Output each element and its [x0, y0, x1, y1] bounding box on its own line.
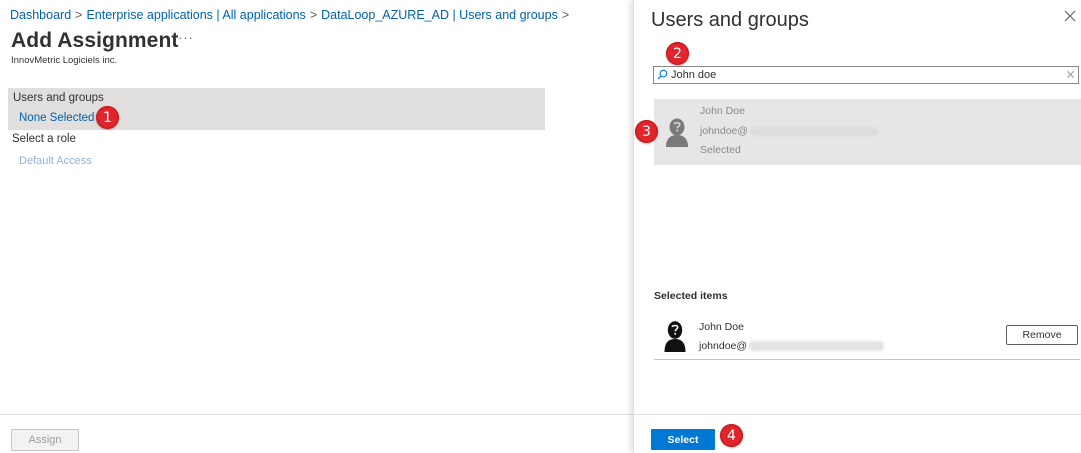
- step-badge-1: 1: [96, 106, 119, 129]
- default-access-link: Default Access: [19, 155, 92, 167]
- remove-button[interactable]: Remove: [1006, 325, 1078, 345]
- selected-items-heading: Selected items: [654, 290, 728, 302]
- breadcrumb-dashboard[interactable]: Dashboard: [10, 8, 71, 22]
- user-avatar-icon: [664, 321, 686, 352]
- search-input[interactable]: John doe: [653, 66, 1079, 84]
- assign-button[interactable]: Assign: [11, 429, 79, 451]
- breadcrumb-enterprise-apps[interactable]: Enterprise applications | All applicatio…: [86, 8, 305, 22]
- page-title: Add Assignment: [11, 29, 179, 52]
- footer-divider: [0, 414, 633, 415]
- panel-footer-divider: [634, 414, 1081, 415]
- breadcrumb-separator: >: [75, 8, 83, 22]
- breadcrumb-separator: >: [561, 8, 570, 22]
- more-icon[interactable]: ···: [178, 30, 194, 45]
- breadcrumb-app-users-groups[interactable]: DataLoop_AZURE_AD | Users and groups: [321, 8, 558, 22]
- users-and-groups-panel: Users and groups John doe John Doe johnd…: [633, 0, 1081, 453]
- result-user-email: johndoe@: [700, 125, 879, 137]
- result-email-prefix: johndoe@: [700, 125, 749, 137]
- close-icon[interactable]: [1063, 9, 1077, 23]
- selected-user-email: johndoe@: [699, 340, 885, 352]
- select-button[interactable]: Select: [651, 429, 715, 450]
- select-role-label: Select a role: [12, 133, 76, 145]
- step-badge-3: 3: [635, 120, 658, 143]
- breadcrumb-separator: >: [309, 8, 318, 22]
- result-selected-status: Selected: [700, 144, 741, 156]
- redacted-email: [749, 341, 885, 352]
- redacted-email: [750, 126, 879, 136]
- search-icon: [657, 69, 668, 80]
- panel-title: Users and groups: [651, 9, 809, 31]
- user-avatar-icon: [666, 118, 688, 147]
- tenant-name: InnovMetric Logiciels inc.: [11, 55, 118, 66]
- none-selected-link[interactable]: None Selected: [19, 112, 94, 124]
- step-badge-4: 4: [720, 424, 743, 447]
- selected-user-name: John Doe: [699, 321, 744, 333]
- users-and-groups-section[interactable]: Users and groups None Selected: [8, 88, 545, 130]
- breadcrumb: Dashboard > Enterprise applications | All …: [10, 8, 573, 22]
- selected-email-prefix: johndoe@: [699, 340, 748, 352]
- users-and-groups-label: Users and groups: [13, 92, 104, 104]
- add-assignment-blade: Dashboard > Enterprise applications | All …: [0, 0, 633, 453]
- search-result-row[interactable]: John Doe johndoe@ Selected: [654, 99, 1081, 165]
- selected-item-row: John Doe johndoe@ Remove: [654, 314, 1080, 360]
- clear-icon[interactable]: [1066, 70, 1075, 79]
- result-user-name: John Doe: [700, 105, 745, 117]
- search-input-value: John doe: [671, 69, 717, 81]
- step-badge-2: 2: [666, 42, 689, 65]
